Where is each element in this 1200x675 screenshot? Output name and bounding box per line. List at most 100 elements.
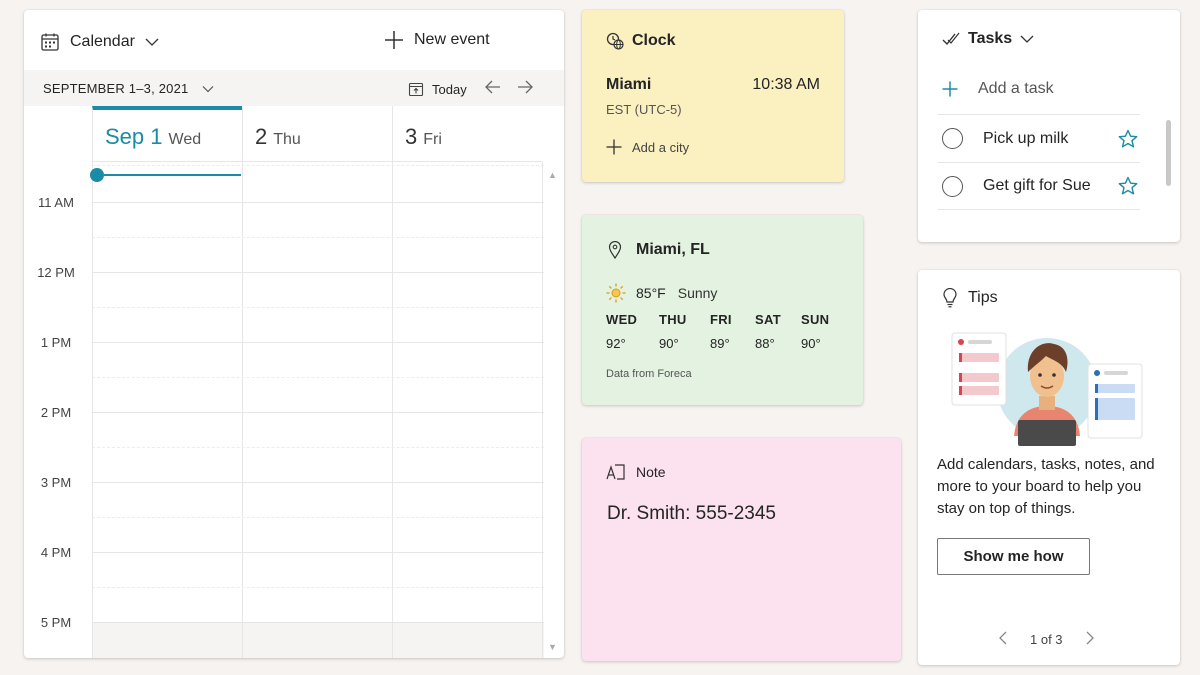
day-header-3[interactable]: 3 Fri — [392, 106, 542, 162]
note-header: Note — [606, 463, 666, 481]
tips-illustration — [951, 332, 1143, 446]
day-header-sep-1[interactable]: Sep 1 Wed — [92, 106, 242, 162]
hour-label: 2 PM — [40, 405, 72, 420]
tasks-card: Tasks Add a task Pick up milk Get gift f… — [918, 10, 1180, 242]
task-checkbox[interactable] — [942, 175, 963, 197]
weather-condition: Sunny — [677, 285, 718, 301]
calendar-toolbar: SEPTEMBER 1–3, 2021 Today — [24, 70, 564, 106]
current-weather: 85°F Sunny — [606, 283, 717, 303]
day-name: Thu — [273, 131, 301, 148]
day-headers: Sep 1 Wed 2 Thu 3 Fri — [92, 106, 544, 162]
calendar-card: Calendar New event SEPTEMBER 1–3, 2021 T… — [24, 10, 564, 658]
day-number: Sep 1 — [105, 124, 163, 149]
plus-icon — [942, 81, 958, 97]
scroll-up-arrow-icon[interactable]: ▲ — [548, 170, 557, 180]
tasks-scrollbar[interactable] — [1166, 120, 1171, 186]
star-icon[interactable] — [1118, 129, 1138, 149]
location-pin-icon — [608, 241, 622, 259]
hour-label: 12 PM — [37, 265, 75, 280]
next-arrow-icon[interactable] — [516, 79, 534, 100]
clock-title: Clock — [632, 32, 676, 49]
tips-title: Tips — [968, 289, 998, 306]
forecast-temp: 90° — [801, 336, 821, 351]
half-hour-line — [92, 165, 544, 166]
hour-line — [92, 202, 544, 203]
weather-card: Miami, FL 85°F Sunny WED 92° THU 90° FRI… — [582, 215, 863, 405]
hour-line — [92, 482, 544, 483]
tips-card: Tips Add calendars, tasks, notes, and mo… — [918, 270, 1180, 665]
add-task-input[interactable]: Add a task — [942, 80, 1054, 98]
note-title: Note — [636, 464, 666, 480]
forecast-day: SAT 88° — [755, 312, 781, 351]
day-number: 2 — [255, 124, 268, 149]
task-checkbox[interactable] — [942, 128, 963, 149]
task-item[interactable]: Pick up milk — [938, 114, 1140, 162]
clock-header: Clock — [606, 32, 676, 50]
tips-pager: 1 of 3 — [998, 631, 1095, 648]
chevron-down-icon — [145, 38, 159, 46]
clock-time: 10:38 AM — [752, 76, 820, 93]
scroll-down-arrow-icon[interactable]: ▼ — [548, 642, 557, 652]
weather-header: Miami, FL — [608, 241, 710, 259]
forecast-day-label: WED — [606, 312, 638, 327]
half-hour-line — [92, 307, 544, 308]
day-number: 3 — [405, 124, 418, 149]
forecast-day: FRI 89° — [710, 312, 732, 351]
calendar-title: Calendar — [70, 33, 135, 50]
forecast-temp: 92° — [606, 336, 626, 351]
calendar-today-icon — [408, 82, 424, 97]
calendar-title-dropdown[interactable]: Calendar — [40, 32, 159, 52]
half-hour-line — [92, 377, 544, 378]
forecast-day-label: SAT — [755, 312, 781, 327]
star-icon[interactable] — [1118, 176, 1138, 196]
chevron-down-icon — [1020, 35, 1034, 43]
half-hour-line — [92, 237, 544, 238]
sun-icon — [606, 283, 626, 303]
hour-line — [92, 272, 544, 273]
previous-arrow-icon[interactable] — [484, 79, 502, 100]
hour-line — [92, 412, 544, 413]
chevron-left-icon[interactable] — [998, 631, 1008, 648]
forecast-temp: 89° — [710, 336, 730, 351]
date-range-dropdown[interactable]: SEPTEMBER 1–3, 2021 — [43, 81, 214, 96]
new-event-label: New event — [414, 31, 490, 48]
tasks-title: Tasks — [968, 30, 1013, 47]
clock-card: Clock Miami 10:38 AM EST (UTC-5) Add a c… — [582, 10, 844, 182]
hour-line — [92, 622, 544, 623]
note-body[interactable]: Dr. Smith: 555-2345 — [607, 503, 776, 525]
show-me-how-button[interactable]: Show me how — [937, 538, 1090, 575]
day-header-2[interactable]: 2 Thu — [242, 106, 392, 162]
forecast-day-label: THU — [659, 312, 687, 327]
plus-icon — [606, 139, 622, 155]
day-name: Fri — [423, 131, 442, 148]
chevron-right-icon[interactable] — [1085, 631, 1095, 648]
half-hour-line — [92, 587, 544, 588]
hour-label: 5 PM — [40, 615, 72, 630]
time-grid[interactable] — [92, 162, 544, 658]
add-city-button[interactable]: Add a city — [606, 139, 689, 155]
forecast-day: WED 92° — [606, 312, 637, 351]
forecast-day: THU 90° — [659, 312, 687, 351]
forecast-temp: 90° — [659, 336, 679, 351]
calendar-icon — [41, 33, 59, 51]
chevron-down-icon — [203, 85, 214, 92]
clock-timezone: EST (UTC-5) — [606, 102, 682, 117]
weather-source: Data from Foreca — [606, 368, 692, 380]
hour-label: 4 PM — [40, 545, 72, 560]
forecast-day: SUN 90° — [801, 312, 829, 351]
day-name: Wed — [168, 131, 202, 148]
new-event-button[interactable]: New event — [384, 30, 490, 50]
checkmark-icon — [942, 32, 960, 46]
add-city-label: Add a city — [632, 139, 690, 155]
globe-clock-icon — [606, 32, 624, 50]
pager-label: 1 of 3 — [1030, 632, 1063, 647]
date-range-label: SEPTEMBER 1–3, 2021 — [43, 81, 189, 96]
note-card[interactable]: Note Dr. Smith: 555-2345 — [582, 438, 901, 661]
current-time-dot — [90, 168, 104, 182]
task-label: Get gift for Sue — [983, 177, 1091, 194]
tasks-header-dropdown[interactable]: Tasks — [942, 30, 1034, 48]
task-item[interactable]: Get gift for Sue — [938, 162, 1140, 210]
plus-icon — [385, 31, 403, 49]
today-button[interactable]: Today — [408, 81, 467, 97]
clock-city: Miami — [606, 76, 652, 93]
